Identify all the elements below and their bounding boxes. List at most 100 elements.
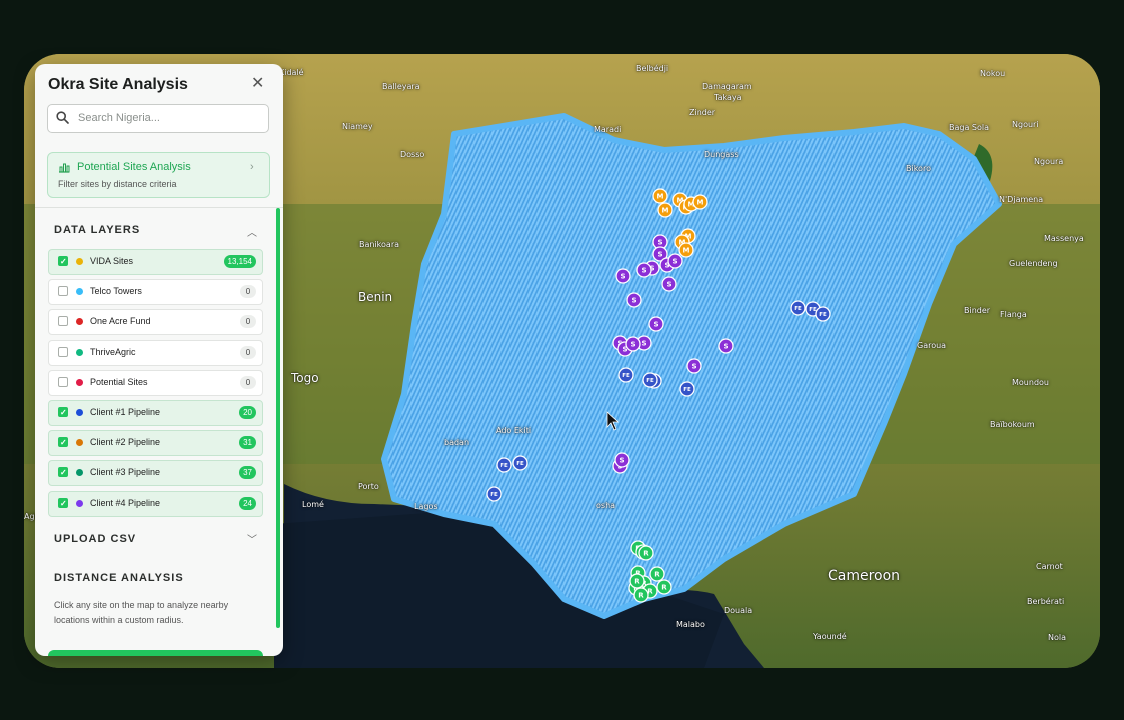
distance-analysis-heading: DISTANCE ANALYSIS	[54, 572, 184, 584]
check-icon: ✓	[60, 408, 67, 417]
layer-label: Client #4 Pipeline	[90, 497, 161, 508]
map-label-malabo: Malabo	[676, 620, 705, 629]
layer-label: Client #2 Pipeline	[90, 437, 161, 448]
map-label-yaounde: Yaoundé	[813, 632, 847, 641]
layer-label: ThriveAgric	[90, 346, 136, 357]
pipeline-2-marker[interactable]: M	[657, 202, 673, 218]
search-input[interactable]	[78, 109, 258, 127]
map-label-damagaram: Damagaram	[702, 82, 752, 91]
layer-row[interactable]: ✓ Client #4 Pipeline 24	[48, 490, 263, 517]
pipeline-4-marker[interactable]: S	[718, 338, 734, 354]
chevron-down-icon[interactable]: ﹀	[247, 531, 257, 546]
layer-checkbox[interactable]	[58, 346, 68, 357]
layer-checkbox[interactable]	[58, 286, 68, 297]
pipeline-1-marker[interactable]: FE	[618, 367, 634, 383]
layer-checkbox[interactable]: ✓	[58, 467, 68, 478]
data-layers-heading[interactable]: DATA LAYERS	[54, 224, 140, 236]
layer-row[interactable]: ✓ Client #3 Pipeline 37	[48, 460, 263, 487]
map-label-berberati: Berbérati	[1027, 597, 1065, 606]
pipeline-3-marker[interactable]: R	[649, 566, 665, 582]
layer-row[interactable]: ✓ Client #1 Pipeline 20	[48, 400, 263, 426]
svg-text:R: R	[634, 578, 640, 586]
layer-row[interactable]: One Acre Fund 0	[48, 309, 263, 336]
svg-text:FE: FE	[794, 306, 802, 312]
divider	[35, 207, 283, 208]
layer-checkbox[interactable]	[58, 376, 68, 387]
layer-checkbox[interactable]: ✓	[58, 256, 68, 266]
pipeline-4-marker[interactable]: S	[614, 452, 630, 468]
pipeline-4-marker[interactable]: S	[648, 316, 664, 332]
svg-text:S: S	[630, 341, 635, 349]
check-icon: ✓	[60, 468, 67, 478]
layer-row[interactable]: ✓ Client #2 Pipeline 31	[48, 430, 263, 457]
potential-sites-analysis-card[interactable]: Potential Sites Analysis Filter sites by…	[47, 152, 270, 198]
upload-csv-heading[interactable]: UPLOAD CSV	[54, 533, 136, 545]
map-label-douala: Douala	[724, 606, 753, 615]
pipeline-3-marker[interactable]: R	[633, 587, 649, 603]
pipeline-2-marker[interactable]: M	[652, 188, 668, 204]
close-icon[interactable]: ✕	[251, 76, 264, 92]
layer-checkbox[interactable]: ✓	[58, 407, 68, 417]
map-label-takaya: Takaya	[714, 93, 742, 102]
map-label-dungass: Dungass	[704, 150, 739, 159]
svg-text:FE: FE	[683, 387, 691, 393]
map-label-moundou: Moundou	[1012, 378, 1049, 387]
pipeline-4-marker[interactable]: S	[626, 292, 642, 308]
map-label-zinder: Zinder	[689, 108, 716, 117]
map-label-belbedji: Belbédji	[636, 64, 669, 73]
scrollbar[interactable]	[276, 208, 280, 628]
layer-color-dot	[76, 258, 83, 265]
layer-color-dot	[76, 469, 83, 477]
pipeline-4-marker[interactable]: S	[661, 276, 677, 292]
svg-text:R: R	[654, 571, 660, 579]
map-label-ado-ekiti: Ado Ekiti	[496, 426, 532, 435]
layer-label: VIDA Sites	[90, 256, 134, 266]
layer-label: Telco Towers	[90, 286, 142, 297]
pipeline-1-marker[interactable]: FE	[642, 372, 658, 388]
svg-text:M: M	[657, 193, 664, 201]
chevron-right-icon: ›	[250, 161, 254, 173]
pipeline-3-marker[interactable]: R	[638, 545, 654, 561]
chevron-up-icon[interactable]: ︿	[247, 224, 257, 239]
pipeline-1-marker[interactable]: FE	[496, 457, 512, 473]
layer-color-dot	[76, 348, 83, 356]
layer-row[interactable]: ✓ VIDA Sites 13,154	[48, 249, 263, 275]
pipeline-1-marker[interactable]: FE	[486, 486, 502, 502]
layer-checkbox[interactable]: ✓	[58, 497, 68, 508]
pipeline-4-marker[interactable]: S	[625, 336, 641, 352]
pipeline-1-marker[interactable]: FE	[790, 300, 806, 316]
layer-count-badge: 24	[239, 496, 256, 510]
pipeline-2-marker[interactable]: M	[678, 242, 694, 258]
pipeline-3-marker[interactable]: R	[629, 573, 645, 589]
pipeline-1-marker[interactable]: FE	[512, 455, 528, 471]
map-label-baga-sola: Baga Sola	[949, 123, 990, 132]
pipeline-1-marker[interactable]: FE	[815, 306, 831, 322]
layer-row[interactable]: Telco Towers 0	[48, 279, 263, 306]
map-label-porto: Porto	[358, 482, 379, 491]
pipeline-3-marker[interactable]: R	[656, 579, 672, 595]
map-label-garoua: Garoua	[917, 341, 947, 350]
check-icon: ✓	[60, 498, 67, 508]
pipeline-4-marker[interactable]: S	[686, 358, 702, 374]
layer-checkbox[interactable]: ✓	[58, 437, 68, 448]
layer-row[interactable]: Potential Sites 0	[48, 369, 263, 396]
layer-color-dot	[76, 409, 83, 416]
pipeline-4-marker[interactable]: S	[636, 262, 652, 278]
svg-text:R: R	[638, 592, 644, 600]
pipeline-4-marker[interactable]: S	[615, 268, 631, 284]
layer-color-dot	[76, 499, 83, 507]
svg-text:S: S	[653, 321, 658, 329]
layer-checkbox[interactable]	[58, 316, 68, 327]
analyze-button[interactable]	[48, 650, 263, 656]
svg-text:FE: FE	[500, 463, 508, 469]
layer-count-badge: 20	[239, 406, 256, 419]
pipeline-2-marker[interactable]: M	[692, 194, 708, 210]
map-label-benin: Benin	[358, 290, 393, 304]
svg-text:FE: FE	[646, 378, 654, 384]
map-label-baibokoum: Baïbokoum	[990, 420, 1035, 429]
pipeline-4-marker[interactable]: S	[667, 253, 683, 269]
svg-text:FE: FE	[819, 312, 827, 318]
layer-row[interactable]: ThriveAgric 0	[48, 339, 263, 366]
layer-color-dot	[76, 439, 83, 447]
pipeline-1-marker[interactable]: FE	[679, 381, 695, 397]
